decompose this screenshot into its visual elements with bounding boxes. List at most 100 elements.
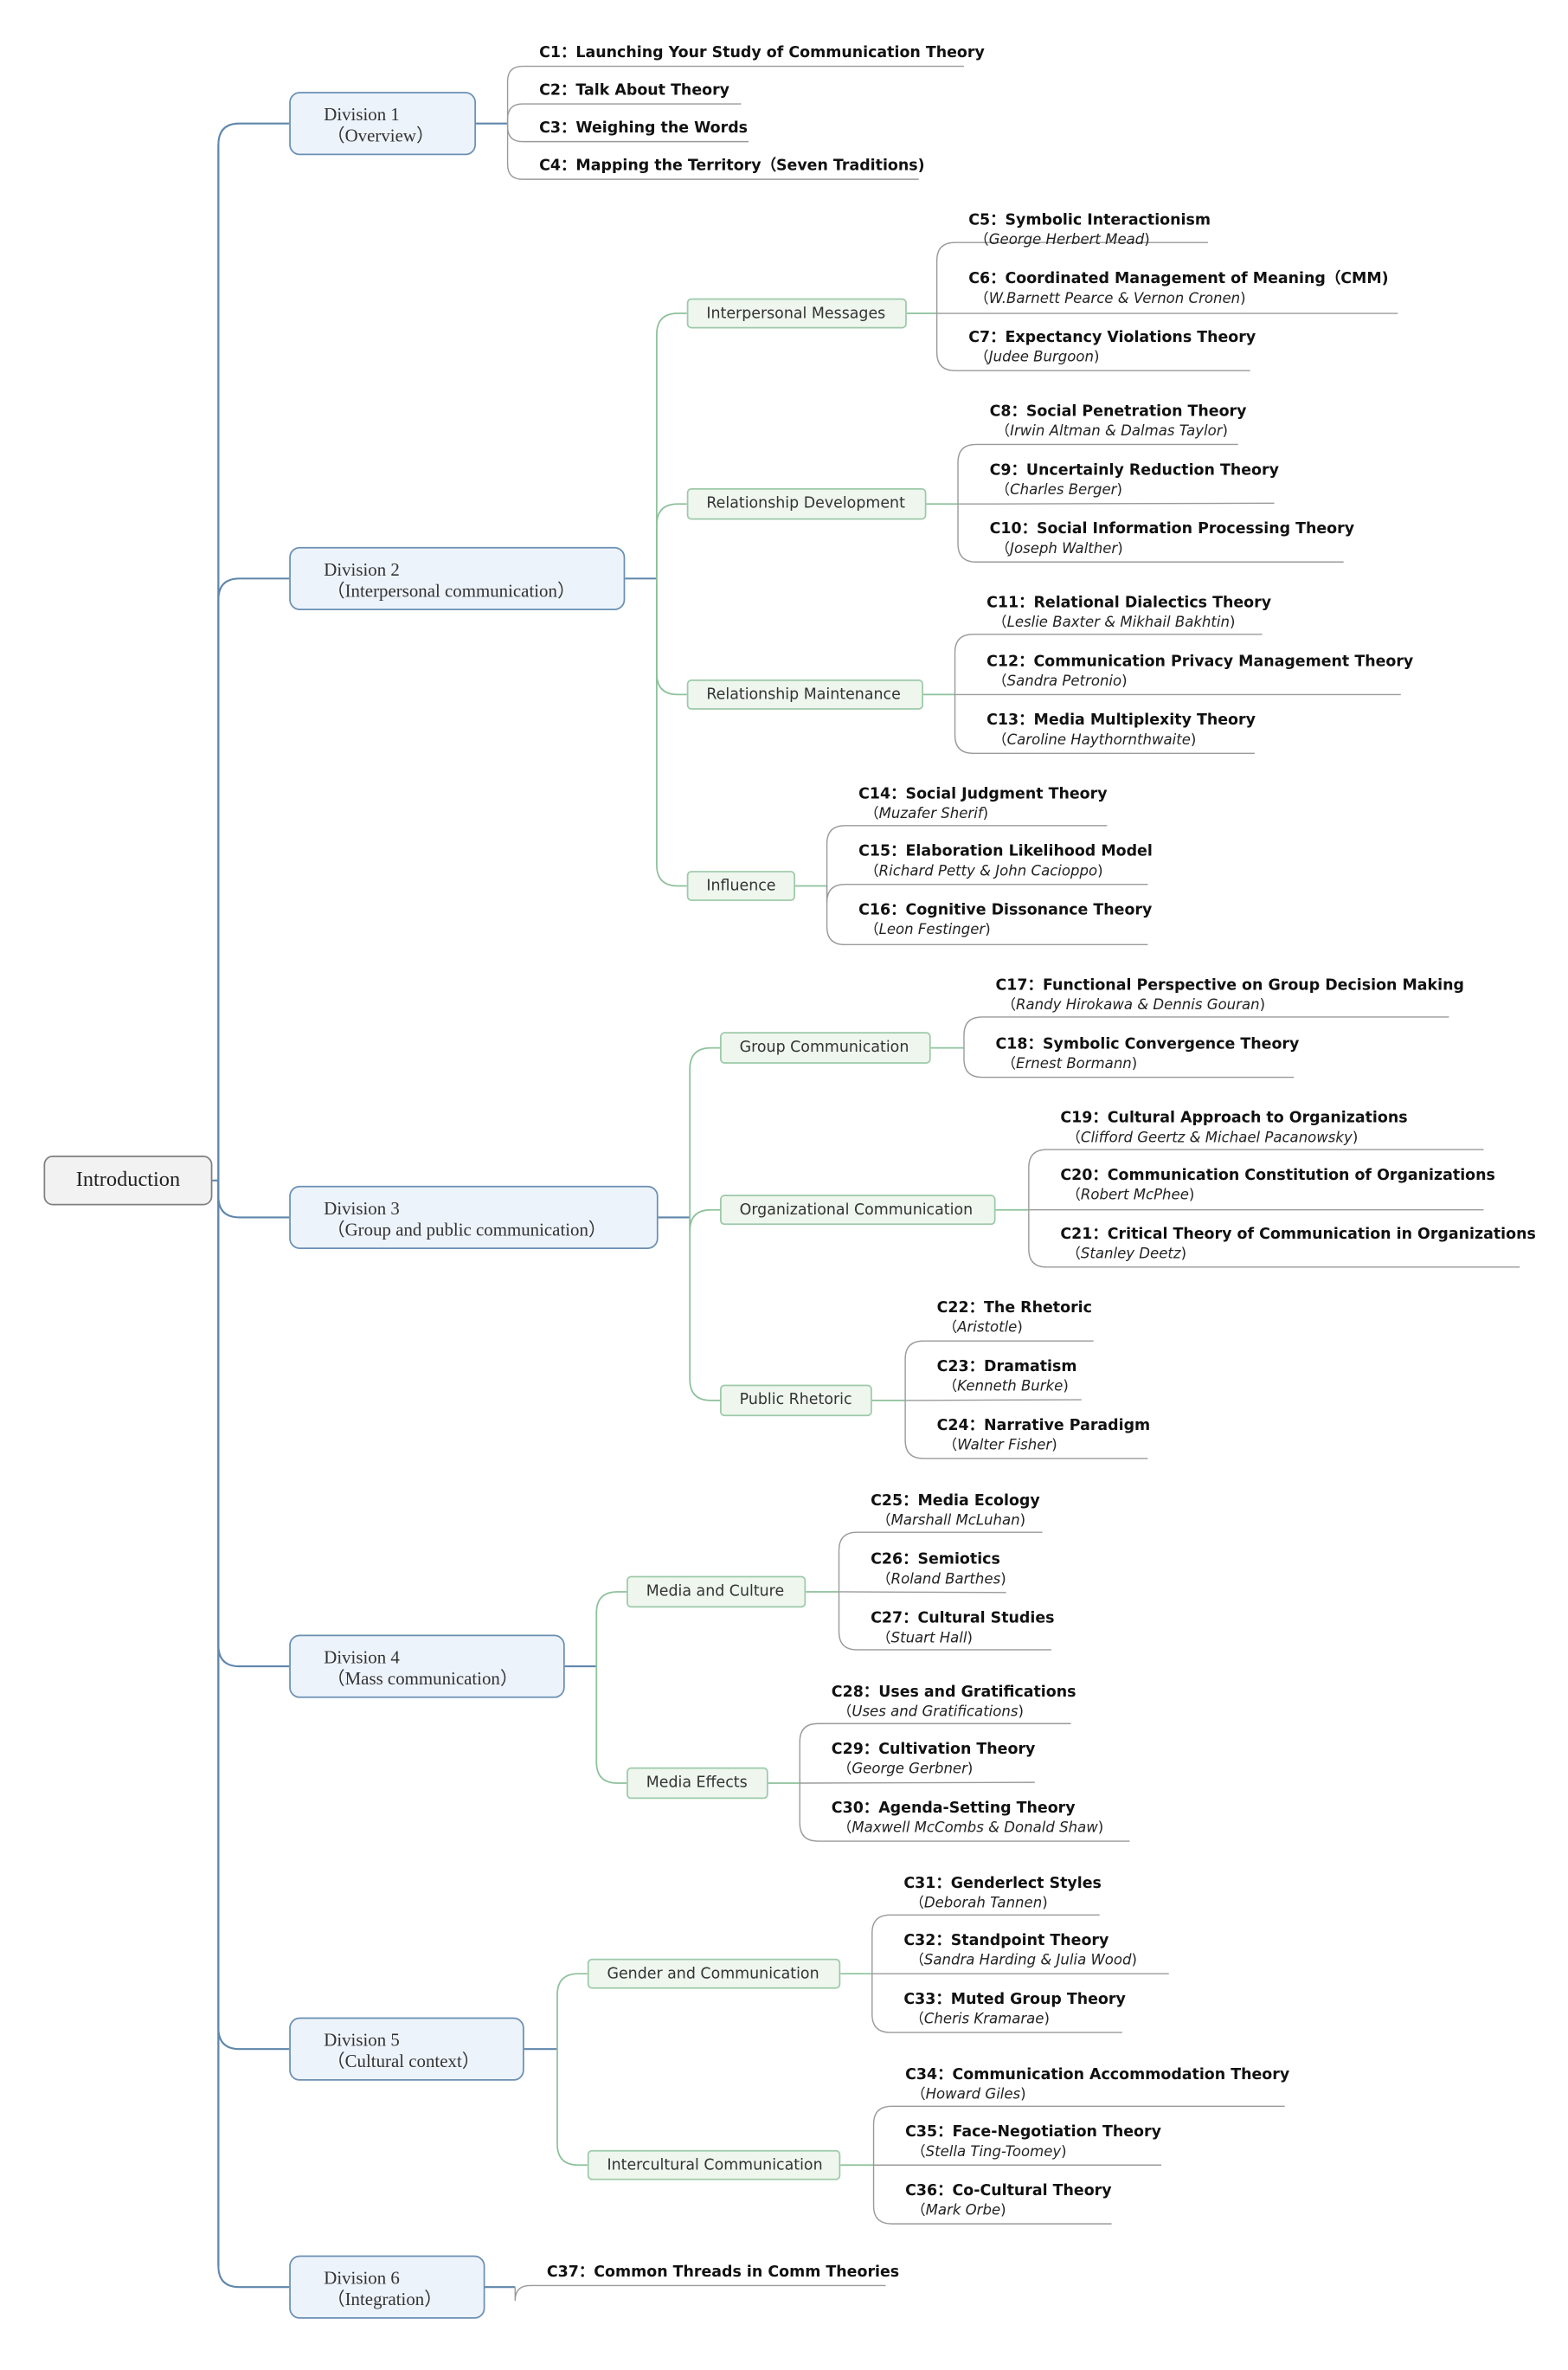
- chapter-title: C3：Weighing the Words: [539, 120, 749, 138]
- topic-node[interactable]: Intercultural Communication: [587, 2149, 841, 2180]
- chapter-title: C21：Critical Theory of Communication in …: [1060, 1226, 1536, 1243]
- paren-close: ): [1000, 2202, 1006, 2219]
- paren-close: ): [1352, 1130, 1359, 1147]
- chapter-item[interactable]: C34：Communication Accommodation Theory （H…: [905, 2065, 1289, 2104]
- chapter-title: C33：Muted Group Theory: [903, 1992, 1126, 2009]
- chapter-item[interactable]: C6：Coordinated Management of Meaning（CMM…: [968, 270, 1388, 309]
- author-name: Robert McPhee: [1080, 1187, 1189, 1204]
- topic-connector: [595, 1591, 627, 1667]
- division-subtitle: （Overview）: [326, 125, 434, 146]
- paren-open: （: [974, 349, 989, 366]
- paren-close: ): [1144, 232, 1150, 249]
- chapter-item[interactable]: C5：Symbolic Interactionism （George Herber…: [968, 211, 1211, 250]
- chapter-item[interactable]: C18：Symbolic Convergence Theory （Ernest B…: [996, 1035, 1300, 1074]
- paren-open: （: [911, 2202, 926, 2219]
- chapter-item[interactable]: C17：Functional Perspective on Group Deci…: [996, 976, 1464, 1015]
- paren-open: （: [911, 2086, 926, 2103]
- chapter-item[interactable]: C7：Expectancy Violations Theory （Judee Bu…: [968, 328, 1256, 367]
- chapter-connector: [826, 884, 1148, 903]
- chapter-item[interactable]: C35：Face-Negotiation Theory （Stella Ting-…: [905, 2123, 1161, 2162]
- chapter-author: （Kenneth Burke): [937, 1377, 1077, 1397]
- paren-close: ): [982, 806, 989, 823]
- chapter-item[interactable]: C25：Media Ecology （Marshall McLuhan): [871, 1491, 1040, 1530]
- chapter-item[interactable]: C4：Mapping the Territory（Seven Tradition…: [539, 157, 924, 177]
- chapter-item[interactable]: C14：Social Judgment Theory （Muzafer Sheri…: [858, 785, 1107, 824]
- chapter-item[interactable]: C36：Co-Cultural Theory （Mark Orbe): [905, 2181, 1112, 2220]
- chapter-item[interactable]: C29：Cultivation Theory （George Gerbner): [832, 1740, 1036, 1779]
- chapter-item[interactable]: C12：Communication Privacy Management The…: [986, 653, 1413, 692]
- paren-open: （: [1066, 1130, 1081, 1147]
- paren-open: （: [974, 232, 989, 249]
- chapter-item[interactable]: C10：Social Information Processing Theory…: [990, 520, 1354, 559]
- author-name: George Herbert Mead: [988, 232, 1145, 249]
- chapter-author: （Howard Giles): [905, 2085, 1289, 2105]
- topic-node[interactable]: Influence: [686, 871, 796, 901]
- chapter-item[interactable]: C9：Uncertainly Reduction Theory （Charles …: [990, 461, 1279, 500]
- paren-close: ): [1063, 1378, 1069, 1395]
- author-name: Caroline Haythornthwaite: [1006, 731, 1191, 750]
- division-name: Division 5: [324, 2029, 400, 2051]
- chapter-item[interactable]: C30：Agenda-Setting Theory （Maxwell McComb…: [832, 1799, 1103, 1838]
- topic-connector: [656, 578, 687, 887]
- topic-node[interactable]: Media and Culture: [627, 1575, 806, 1608]
- chapter-item[interactable]: C22：The Rhetoric （Aristotle): [937, 1298, 1092, 1337]
- chapter-item[interactable]: C21：Critical Theory of Communication in …: [1060, 1225, 1535, 1264]
- paren-close: ): [1097, 1819, 1104, 1837]
- division-subtitle: （Interpersonal communication）: [326, 580, 575, 602]
- chapter-title: C26：Semiotics: [871, 1551, 1000, 1568]
- chapter-item[interactable]: C15：Elaboration Likelihood Model （Richard…: [858, 842, 1153, 881]
- topic-node[interactable]: Group Communication: [720, 1032, 931, 1064]
- division-node-2[interactable]: Division 2 （Interpersonal communication）: [289, 546, 626, 610]
- chapter-author: （Leon Festinger): [858, 921, 1152, 941]
- topic-label: Media Effects: [646, 1774, 748, 1792]
- division-node-1[interactable]: Division 1 （Overview）: [289, 92, 477, 156]
- chapter-item[interactable]: C24：Narrative Paradigm （Walter Fisher): [937, 1416, 1151, 1455]
- division-node-4[interactable]: Division 4 （Mass communication）: [289, 1634, 565, 1698]
- chapter-author: （Richard Petty & John Cacioppo): [858, 862, 1153, 882]
- topic-node[interactable]: Media Effects: [627, 1767, 768, 1800]
- chapter-title: C23：Dramatism: [936, 1359, 1077, 1376]
- root-node-introduction[interactable]: Introduction: [43, 1156, 213, 1206]
- topic-node[interactable]: Relationship Maintenance: [686, 679, 923, 710]
- chapter-item[interactable]: C26：Semiotics （Roland Barthes): [871, 1550, 1006, 1589]
- chapter-item[interactable]: C23：Dramatism （Kenneth Burke): [937, 1357, 1077, 1396]
- topic-node[interactable]: Relationship Development: [686, 487, 927, 520]
- chapter-item[interactable]: C16：Cognitive Dissonance Theory （Leon Fes…: [858, 901, 1152, 940]
- chapter-item[interactable]: C32：Standpoint Theory （Sandra Harding & J…: [903, 1931, 1137, 1970]
- chapter-item[interactable]: C2：Talk About Theory: [539, 81, 729, 101]
- chapter-item[interactable]: C37：Common Threads in Comm Theories: [547, 2263, 899, 2283]
- chapter-title: C1：Launching Your Study of Communication…: [539, 45, 985, 62]
- chapter-item[interactable]: C19：Cultural Approach to Organizations （C…: [1060, 1109, 1407, 1148]
- chapter-title: C27：Cultural Studies: [871, 1610, 1055, 1627]
- chapter-item[interactable]: C28：Uses and Gratifications （Uses and Gra…: [832, 1683, 1076, 1722]
- chapter-item[interactable]: C8：Social Penetration Theory （Irwin Altma…: [990, 403, 1247, 441]
- chapter-author: （Cheris Kramarae): [903, 2010, 1125, 2030]
- chapter-author: （Judee Burgoon): [968, 348, 1256, 368]
- division-node-6[interactable]: Division 6 （Integration）: [289, 2255, 485, 2319]
- topic-node[interactable]: Gender and Communication: [587, 1958, 841, 1989]
- chapter-item[interactable]: C1：Launching Your Study of Communication…: [539, 43, 985, 63]
- author-name: Stanley Deetz: [1080, 1246, 1181, 1263]
- chapter-item[interactable]: C3：Weighing the Words: [539, 119, 748, 139]
- topic-label: Group Communication: [739, 1040, 909, 1057]
- chapter-item[interactable]: C11：Relational Dialectics Theory （Leslie …: [986, 594, 1271, 633]
- division-name: Division 1: [324, 104, 400, 126]
- chapter-title: C5：Symbolic Interactionism: [968, 212, 1211, 229]
- chapter-item[interactable]: C27：Cultural Studies （Stuart Hall): [871, 1609, 1054, 1648]
- chapter-item[interactable]: C13：Media Multiplexity Theory （Caroline H…: [986, 712, 1256, 750]
- division-node-3[interactable]: Division 3 （Group and public communicatio…: [289, 1185, 659, 1249]
- topic-node[interactable]: Interpersonal Messages: [686, 298, 907, 329]
- chapter-item[interactable]: C31：Genderlect Styles （Deborah Tannen): [903, 1874, 1102, 1913]
- paren-close: ): [1094, 349, 1100, 366]
- chapter-title: C34：Communication Accommodation Theory: [905, 2067, 1290, 2084]
- chapter-title: C8：Social Penetration Theory: [989, 403, 1247, 421]
- division-node-5[interactable]: Division 5 （Cultural context）: [289, 2017, 524, 2081]
- topic-node[interactable]: Public Rhetoric: [720, 1384, 872, 1417]
- author-name: Charles Berger: [1010, 481, 1117, 499]
- chapter-item[interactable]: C33：Muted Group Theory （Cheris Kramarae): [903, 1990, 1125, 2029]
- topic-node[interactable]: Organizational Communication: [720, 1195, 996, 1226]
- division-name: Division 3: [324, 1197, 400, 1220]
- chapter-title: C15：Elaboration Likelihood Model: [858, 843, 1153, 860]
- chapter-author: （Walter Fisher): [937, 1436, 1151, 1456]
- chapter-item[interactable]: C20：Communication Constitution of Organi…: [1060, 1166, 1495, 1205]
